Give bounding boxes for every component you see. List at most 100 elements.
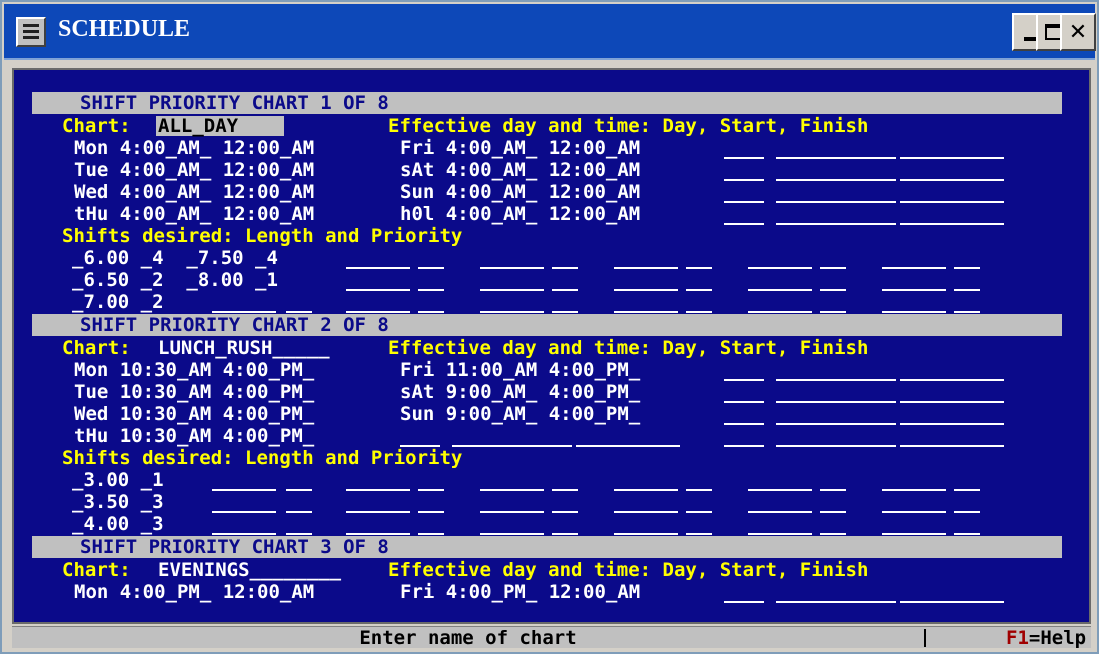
blank-field-underline[interactable] <box>776 601 896 603</box>
blank-field-underline[interactable] <box>614 511 678 513</box>
chart-2-day-mon[interactable]: Mon 10:30_AM 4:00_PM_ <box>74 359 314 381</box>
blank-field-underline[interactable] <box>346 289 410 291</box>
chart-1-shift-line-1[interactable]: _6.00 _4 _7.50 _4 <box>72 247 278 269</box>
blank-field-underline[interactable] <box>552 533 578 535</box>
blank-field-underline[interactable] <box>954 489 980 491</box>
blank-field-underline[interactable] <box>776 401 896 403</box>
title-bar[interactable]: SCHEDULE ✕ <box>4 4 1096 60</box>
chart-2-day-wed[interactable]: Wed 10:30_AM 4:00_PM_ <box>74 403 314 425</box>
blank-field-underline[interactable] <box>882 289 946 291</box>
blank-field-underline[interactable] <box>724 401 764 403</box>
blank-field-underline[interactable] <box>418 311 444 313</box>
blank-field-underline[interactable] <box>724 379 764 381</box>
blank-field-underline[interactable] <box>552 511 578 513</box>
chart-1-day-wed[interactable]: Wed 4:00_AM_ 12:00_AM <box>74 181 314 203</box>
blank-field-underline[interactable] <box>686 311 712 313</box>
chart-3-day-fri[interactable]: Fri 4:00_PM_ 12:00_AM <box>400 581 640 603</box>
blank-field-underline[interactable] <box>724 423 764 425</box>
blank-field-underline[interactable] <box>724 601 764 603</box>
blank-field-underline[interactable] <box>748 489 812 491</box>
chart-1-day-hol[interactable]: h0l 4:00_AM_ 12:00_AM <box>400 203 640 225</box>
blank-field-underline[interactable] <box>480 289 544 291</box>
blank-field-underline[interactable] <box>614 289 678 291</box>
blank-field-underline[interactable] <box>286 511 312 513</box>
blank-field-underline[interactable] <box>552 267 578 269</box>
blank-field-underline[interactable] <box>954 267 980 269</box>
blank-field-underline[interactable] <box>724 157 764 159</box>
chart-2-day-sat[interactable]: sAt 9:00_AM_ 4:00_PM_ <box>400 381 640 403</box>
blank-field-underline[interactable] <box>614 311 678 313</box>
chart-1-day-sun[interactable]: Sun 4:00_AM_ 12:00_AM <box>400 181 640 203</box>
blank-field-underline[interactable] <box>954 311 980 313</box>
blank-field-underline[interactable] <box>900 423 1004 425</box>
blank-field-underline[interactable] <box>552 489 578 491</box>
blank-field-underline[interactable] <box>452 445 572 447</box>
blank-field-underline[interactable] <box>882 533 946 535</box>
blank-field-underline[interactable] <box>212 489 276 491</box>
blank-field-underline[interactable] <box>748 511 812 513</box>
chart-2-shift-line-1[interactable]: _3.00 _1 <box>72 469 164 491</box>
blank-field-underline[interactable] <box>776 201 896 203</box>
blank-field-underline[interactable] <box>900 223 1004 225</box>
blank-field-underline[interactable] <box>900 157 1004 159</box>
blank-field-underline[interactable] <box>724 179 764 181</box>
blank-field-underline[interactable] <box>286 311 312 313</box>
blank-field-underline[interactable] <box>776 445 896 447</box>
chart-1-shift-line-2[interactable]: _6.50 _2 _8.00 _1 <box>72 269 278 291</box>
blank-field-underline[interactable] <box>286 533 312 535</box>
blank-field-underline[interactable] <box>776 223 896 225</box>
blank-field-underline[interactable] <box>212 311 276 313</box>
blank-field-underline[interactable] <box>614 489 678 491</box>
chart-2-day-thu[interactable]: tHu 10:30_AM 4:00_PM_ <box>74 425 314 447</box>
blank-field-underline[interactable] <box>820 311 846 313</box>
blank-field-underline[interactable] <box>748 267 812 269</box>
blank-field-underline[interactable] <box>882 267 946 269</box>
chart-2-shift-line-2[interactable]: _3.50 _3 <box>72 491 164 513</box>
chart-3-day-mon[interactable]: Mon 4:00_PM_ 12:00_AM <box>74 581 314 603</box>
chart-3-name-field[interactable]: EVENINGS________ <box>158 559 341 581</box>
blank-field-underline[interactable] <box>552 289 578 291</box>
blank-field-underline[interactable] <box>212 511 276 513</box>
chart-1-day-fri[interactable]: Fri 4:00_AM_ 12:00_AM <box>400 137 640 159</box>
blank-field-underline[interactable] <box>776 179 896 181</box>
blank-field-underline[interactable] <box>820 289 846 291</box>
blank-field-underline[interactable] <box>900 379 1004 381</box>
blank-field-underline[interactable] <box>900 179 1004 181</box>
blank-field-underline[interactable] <box>418 511 444 513</box>
blank-field-underline[interactable] <box>686 533 712 535</box>
help-hint[interactable]: F1=Help <box>1006 627 1086 649</box>
blank-field-underline[interactable] <box>776 157 896 159</box>
blank-field-underline[interactable] <box>418 489 444 491</box>
blank-field-underline[interactable] <box>882 511 946 513</box>
blank-field-underline[interactable] <box>724 223 764 225</box>
blank-field-underline[interactable] <box>820 267 846 269</box>
blank-field-underline[interactable] <box>400 445 440 447</box>
chart-2-day-sun[interactable]: Sun 9:00_AM_ 4:00_PM_ <box>400 403 640 425</box>
blank-field-underline[interactable] <box>286 489 312 491</box>
chart-1-day-sat[interactable]: sAt 4:00_AM_ 12:00_AM <box>400 159 640 181</box>
blank-field-underline[interactable] <box>776 379 896 381</box>
chart-1-day-mon[interactable]: Mon 4:00_AM_ 12:00_AM <box>74 137 314 159</box>
blank-field-underline[interactable] <box>820 533 846 535</box>
blank-field-underline[interactable] <box>954 533 980 535</box>
chart-1-day-thu[interactable]: tHu 4:00_AM_ 12:00_AM <box>74 203 314 225</box>
blank-field-underline[interactable] <box>480 311 544 313</box>
blank-field-underline[interactable] <box>346 511 410 513</box>
blank-field-underline[interactable] <box>882 311 946 313</box>
blank-field-underline[interactable] <box>480 511 544 513</box>
blank-field-underline[interactable] <box>724 201 764 203</box>
blank-field-underline[interactable] <box>480 533 544 535</box>
blank-field-underline[interactable] <box>820 489 846 491</box>
blank-field-underline[interactable] <box>418 267 444 269</box>
blank-field-underline[interactable] <box>480 267 544 269</box>
chart-2-name-field[interactable]: LUNCH_RUSH_____ <box>158 337 330 359</box>
blank-field-underline[interactable] <box>954 289 980 291</box>
chart-2-day-tue[interactable]: Tue 10:30_AM 4:00_PM_ <box>74 381 314 403</box>
blank-field-underline[interactable] <box>900 601 1004 603</box>
blank-field-underline[interactable] <box>614 533 678 535</box>
chart-2-shift-line-3[interactable]: _4.00 _3 <box>72 513 164 535</box>
blank-field-underline[interactable] <box>954 511 980 513</box>
blank-field-underline[interactable] <box>418 533 444 535</box>
blank-field-underline[interactable] <box>748 289 812 291</box>
blank-field-underline[interactable] <box>686 289 712 291</box>
